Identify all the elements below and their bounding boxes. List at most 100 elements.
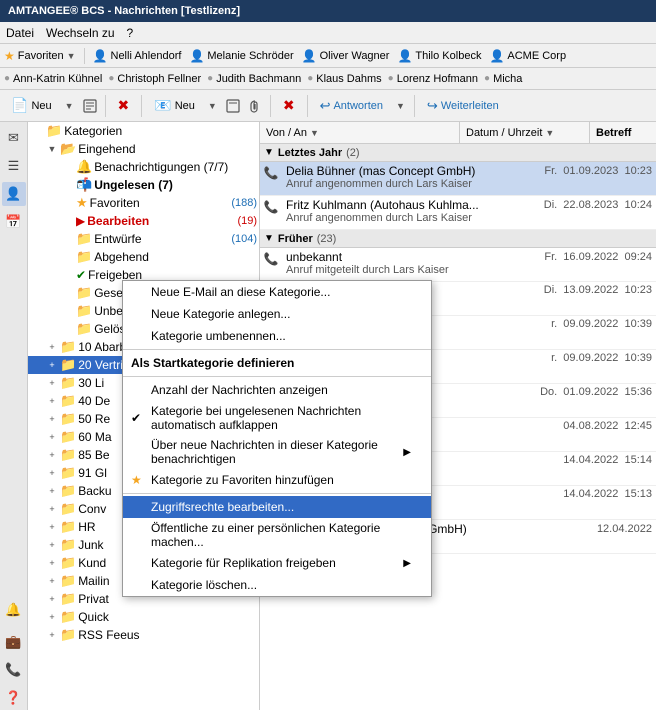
edit2-icon-btn[interactable] [223,96,243,116]
delete-button[interactable]: ✖ [111,93,137,118]
icon-panel-btn-6[interactable]: 💼 [2,630,26,654]
expander-85[interactable]: + [44,447,60,463]
ctx-item-anzahl[interactable]: Anzahl der Nachrichten anzeigen [123,379,431,401]
ctx-item-favoriten[interactable]: ★ Kategorie zu Favoriten hinzufügen [123,469,431,491]
expander-privat[interactable]: + [44,591,60,607]
phone-icon-1: 📞 [264,166,279,180]
sidebar-item-rss[interactable]: + 📁 RSS Feeus [28,626,259,644]
icon-panel-btn-1[interactable]: ✉ [2,126,26,150]
new-dropdown[interactable]: ▼ [61,97,78,115]
expander-junk[interactable]: + [44,537,60,553]
col-header-datum[interactable]: Datum / Uhrzeit ▼ [460,122,590,143]
menu-help[interactable]: ? [127,26,134,40]
expander-91[interactable]: + [44,465,60,481]
expander-mailin[interactable]: + [44,573,60,589]
folder-icon-91: 📁 [60,465,76,481]
folder-icon-abgehend: 📁 [76,249,92,265]
fav2-person-2[interactable]: ● Christoph Fellner [108,73,201,85]
fav-person-4[interactable]: 👤 Thilo Kolbeck [397,49,481,63]
antworten-dropdown[interactable]: ▼ [392,97,409,115]
menu-wechseln[interactable]: Wechseln zu [46,26,114,40]
expander-30[interactable]: + [44,375,60,391]
new-button[interactable]: 📄 Neu [4,93,59,118]
sidebar-item-eingehend[interactable]: ▼ 📂 Eingehend [28,140,259,158]
group-header-letztes-jahr[interactable]: ▼ Letztes Jahr (2) [260,144,656,162]
expander-benachrichtigungen[interactable] [60,159,76,175]
attach-icon-btn[interactable] [245,96,265,116]
email-row-3[interactable]: 📞 unbekannt Fr. 16.09.2022 09:24 Anruf m… [260,248,656,282]
email-row-1[interactable]: 📞 Delia Bühner (mas Concept GmbH) Fr. 01… [260,162,656,196]
folder-icon-conv: 📁 [60,501,76,517]
fav-person-3[interactable]: 👤 Oliver Wagner [302,49,390,63]
new2-dropdown[interactable]: ▼ [204,97,221,115]
ctx-item-zugriffsrechte[interactable]: Zugriffsrechte bearbeiten... [123,496,431,518]
edit-icon-btn[interactable] [80,96,100,116]
icon-panel-btn-4[interactable]: 📅 [2,210,26,234]
dot-icon: ● [484,73,490,84]
col-header-von[interactable]: Von / An ▼ [260,122,460,143]
icon-panel-btn-8[interactable]: ❓ [2,686,26,710]
menu-datei[interactable]: Datei [6,26,34,40]
fav2-person-5[interactable]: ● Lorenz Hofmann [388,73,478,85]
ctx-item-benachrichtigen[interactable]: Über neue Nachrichten in dieser Kategori… [123,435,431,469]
expander-40[interactable]: + [44,393,60,409]
fav2-person-4[interactable]: ● Klaus Dahms [307,73,381,85]
toolbar: 📄 Neu ▼ ✖ 📧 Neu ▼ ✖ ↩ Antworten ▼ ↪ Weit… [0,90,656,122]
new2-button[interactable]: 📧 Neu [147,93,202,118]
expander-backup[interactable]: + [44,483,60,499]
weiterleiten-button[interactable]: ↪ Weiterleiten [420,94,506,118]
expander-bearbeiten[interactable] [60,213,76,229]
email-row-2[interactable]: 📞 Fritz Kuhlmann (Autohaus Kuhlma... Di.… [260,196,656,230]
icon-panel-btn-3[interactable]: 👤 [2,182,26,206]
antworten-button[interactable]: ↩ Antworten [313,94,390,118]
sidebar-item-ungelesen[interactable]: 📬 Ungelesen (7) [28,176,259,194]
fav2-person-3[interactable]: ● Judith Bachmann [207,73,301,85]
sidebar-item-entwurfe[interactable]: 📁 Entwürfe (104) [28,230,259,248]
expander-20[interactable]: + [44,357,60,373]
ctx-separator-1 [123,349,431,350]
fav-person-2[interactable]: 👤 Melanie Schröder [189,49,293,63]
fav-person-1[interactable]: 👤 Nelli Ahlendorf [93,49,182,63]
icon-panel-btn-2[interactable]: ☰ [2,154,26,178]
sidebar-item-abgehend[interactable]: 📁 Abgehend [28,248,259,266]
expander-unbekannt[interactable] [60,303,76,319]
ctx-item-persoenlich[interactable]: Öffentliche zu einer persönlichen Katego… [123,518,431,552]
fav-person-5[interactable]: 👤 ACME Corp [489,49,566,63]
expander-entwurfe[interactable] [60,231,76,247]
expander-kund[interactable]: + [44,555,60,571]
ctx-item-aufklappen[interactable]: ✔ Kategorie bei ungelesenen Nachrichten … [123,401,431,435]
sidebar-label-eingehend: Eingehend [78,142,257,156]
expander-quick[interactable]: + [44,609,60,625]
expander-eingehend[interactable]: ▼ [44,141,60,157]
expander-freigeben[interactable] [60,267,76,283]
sidebar-item-quick[interactable]: + 📁 Quick [28,608,259,626]
ctx-item-replikation[interactable]: Kategorie für Replikation freigeben ▶ [123,552,431,574]
expander-ungelesen[interactable] [60,177,76,193]
fav2-person-1[interactable]: ● Ann-Katrin Kühnel [4,73,102,85]
expander-conv[interactable]: + [44,501,60,517]
sidebar-item-benachrichtigungen[interactable]: 🔔 Benachrichtigungen (7/7) [28,158,259,176]
expander-gesendet[interactable] [60,285,76,301]
ctx-item-neue-email[interactable]: Neue E-Mail an diese Kategorie... [123,281,431,303]
expander-hr[interactable]: + [44,519,60,535]
expander-10[interactable]: + [44,339,60,355]
sidebar-item-bearbeiten[interactable]: ▶ Bearbeiten (19) [28,212,259,230]
sidebar-item-kategorien[interactable]: 📁 Kategorien [28,122,259,140]
expander-60[interactable]: + [44,429,60,445]
favorites-dropdown[interactable]: ★ Favoriten ▼ [4,49,76,63]
sidebar-item-favoriten[interactable]: ★ Favoriten (188) [28,194,259,212]
expander-kategorien[interactable] [30,123,46,139]
fav2-person-6[interactable]: ● Micha [484,73,522,85]
ctx-item-umbenennen[interactable]: Kategorie umbenennen... [123,325,431,347]
expander-rss[interactable]: + [44,627,60,643]
expander-geloscht[interactable] [60,321,76,337]
group-header-fruher[interactable]: ▼ Früher (23) [260,230,656,248]
icon-panel-btn-7[interactable]: 📞 [2,658,26,682]
icon-panel-btn-5[interactable]: 🔔 [2,598,26,622]
delete2-button[interactable]: ✖ [276,93,302,118]
expander-50[interactable]: + [44,411,60,427]
ctx-item-neue-kategorie[interactable]: Neue Kategorie anlegen... [123,303,431,325]
ctx-item-loschen[interactable]: Kategorie löschen... [123,574,431,596]
expander-abgehend[interactable] [60,249,76,265]
expander-favoriten[interactable] [60,195,76,211]
